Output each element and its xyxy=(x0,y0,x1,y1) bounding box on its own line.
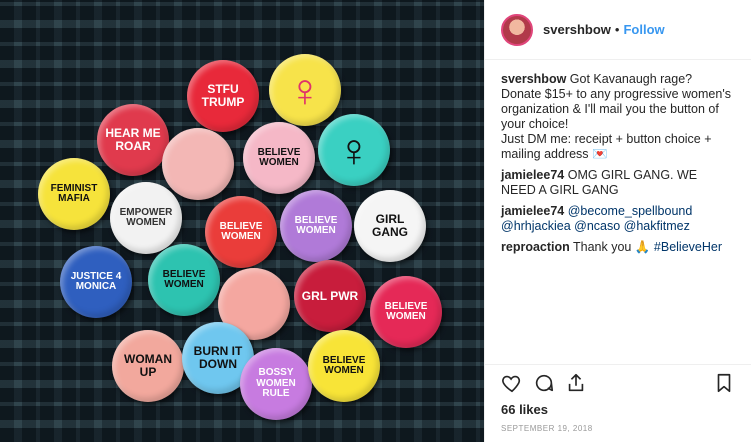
pin-button: WOMAN UP xyxy=(112,330,184,402)
pin-button: BELIEVE WOMEN xyxy=(205,196,277,268)
pin-button: BELIEVE WOMEN xyxy=(280,190,352,262)
separator-dot: • xyxy=(614,22,620,37)
pin-button: JUSTICE 4 MONICA xyxy=(60,246,132,318)
bookmark-icon[interactable] xyxy=(713,372,735,399)
pin-button: GRL PWR xyxy=(294,260,366,332)
post-sidebar: svershbow • Follow svershbow Got Kavanau… xyxy=(484,0,751,442)
follow-button[interactable]: Follow xyxy=(623,22,664,37)
caption: svershbow Got Kavanaugh rage? Donate $15… xyxy=(501,72,735,162)
likes-count[interactable]: 66 likes xyxy=(501,402,548,417)
share-icon[interactable] xyxy=(565,372,597,399)
divider xyxy=(485,364,751,365)
post-date: SEPTEMBER 19, 2018 xyxy=(501,424,593,433)
heart-icon[interactable] xyxy=(501,372,533,399)
comment-text: Thank you 🙏 xyxy=(573,240,651,254)
pin-button: GIRL GANG xyxy=(354,190,426,262)
pin-button: STFU TRUMP xyxy=(187,60,259,132)
pin-button: HEAR ME ROAR xyxy=(97,104,169,176)
instagram-post: FEMINIST MAFIA HEAR ME ROAR STFU TRUMP ♀ BEL… xyxy=(0,0,751,442)
pin-button: BELIEVE WOMEN xyxy=(148,244,220,316)
action-bar xyxy=(501,372,735,398)
comment-username[interactable]: jamielee74 xyxy=(501,204,564,218)
pin-button: BELIEVE WOMEN xyxy=(308,330,380,402)
pin-button: ♀ xyxy=(318,114,390,186)
header-username[interactable]: svershbow xyxy=(543,22,611,37)
post-header: svershbow • Follow xyxy=(485,0,751,60)
comment: jamielee74 OMG GIRL GANG. WE NEED A GIRL… xyxy=(501,168,735,198)
pin-button: BELIEVE WOMEN xyxy=(243,122,315,194)
comment-icon[interactable] xyxy=(533,372,565,399)
pin-button: ♀ xyxy=(269,54,341,126)
comments-list: svershbow Got Kavanaugh rage? Donate $15… xyxy=(485,60,751,255)
comment-text-line2: Just DM me: receipt + button choice + ma… xyxy=(501,132,712,161)
pin-button: BOSSY WOMEN RULE xyxy=(240,348,312,420)
comment: jamielee74 @become_spellbound @hrhjackie… xyxy=(501,204,735,234)
comment-hashtag[interactable]: #BelieveHer xyxy=(654,240,722,254)
pin-button: FEMINIST MAFIA xyxy=(38,158,110,230)
avatar[interactable] xyxy=(501,13,533,46)
comment-username[interactable]: reproaction xyxy=(501,240,570,254)
pin-button: EMPOWER WOMEN xyxy=(110,182,182,254)
comment-username[interactable]: svershbow xyxy=(501,72,566,86)
pin-button: BELIEVE WOMEN xyxy=(370,276,442,348)
post-photo[interactable]: FEMINIST MAFIA HEAR ME ROAR STFU TRUMP ♀ BEL… xyxy=(0,0,484,442)
comment: reproaction Thank you 🙏 #BelieveHer xyxy=(501,240,735,255)
pin-button xyxy=(162,128,234,200)
comment-username[interactable]: jamielee74 xyxy=(501,168,564,182)
